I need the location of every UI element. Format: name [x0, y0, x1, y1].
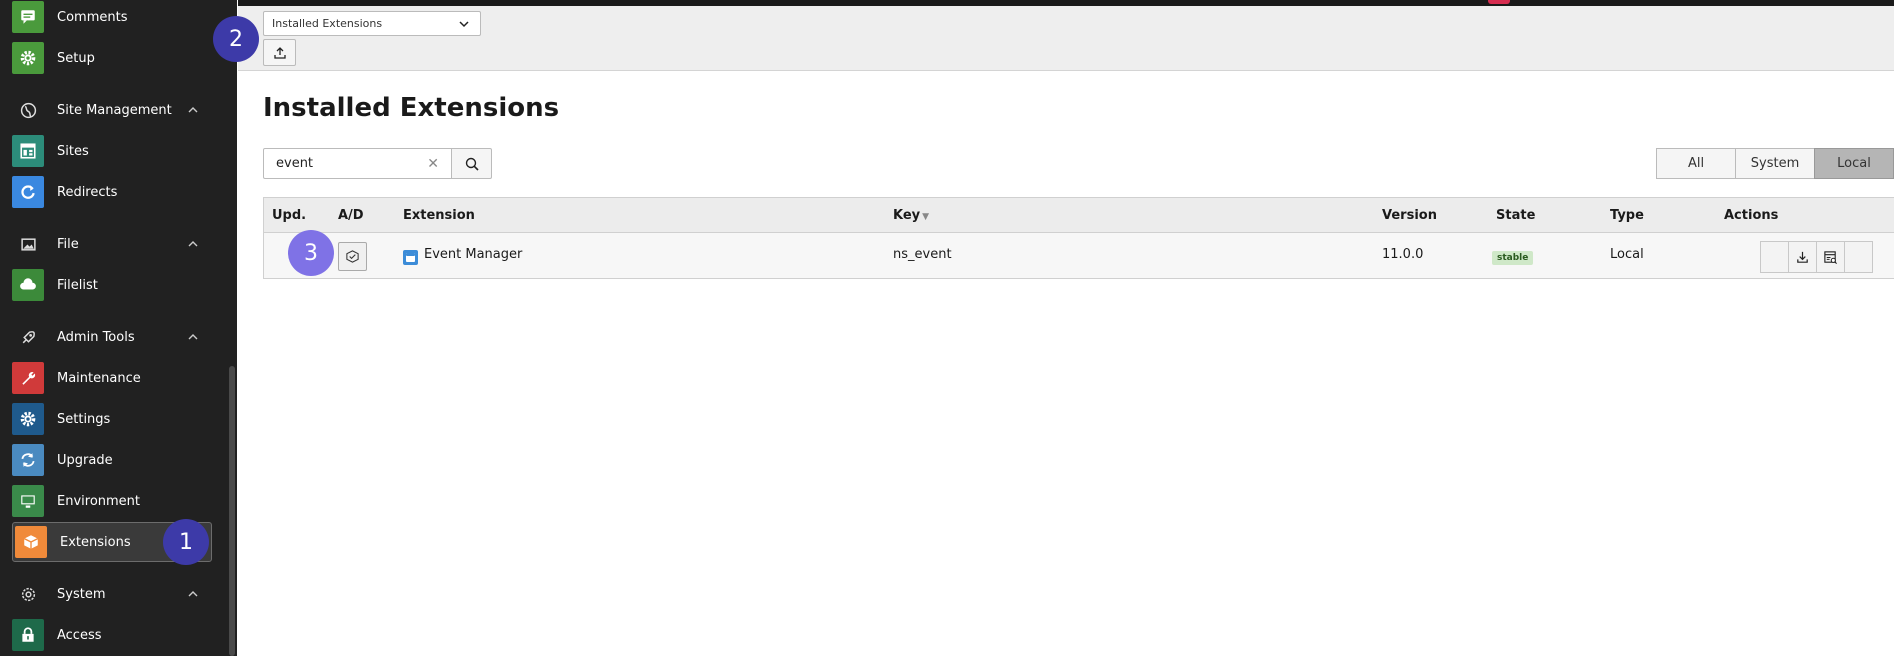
chevron-up-icon: [188, 107, 198, 113]
sidebar-scrollbar[interactable]: [226, 0, 237, 656]
sidebar-item-label: Settings: [57, 411, 111, 427]
lock-icon: [12, 619, 44, 651]
gear-icon: [12, 403, 44, 435]
sidebar-item-label: Access: [57, 627, 102, 643]
image-icon: [12, 228, 44, 260]
extensions-table: Upd. A/D Extension Key ▼ Version State Ty…: [263, 197, 1894, 279]
doc-header: Installed Extensions: [238, 6, 1894, 71]
sidebar-group-label: Admin Tools: [57, 329, 135, 345]
sidebar-item-redirects[interactable]: Redirects: [12, 173, 212, 211]
select-value: Installed Extensions: [272, 17, 383, 30]
sort-icon: ▼: [922, 212, 930, 222]
view-details-button[interactable]: [1816, 241, 1845, 273]
filter-button-group: All System Local: [1656, 148, 1894, 179]
rocket-icon: [12, 321, 44, 353]
wrench-icon: [12, 362, 44, 394]
step-marker-3: 3: [288, 230, 334, 276]
sidebar-item-label: Setup: [57, 50, 95, 66]
column-header-extension[interactable]: Extension: [403, 208, 475, 223]
sidebar-item-label: Filelist: [57, 277, 98, 293]
sidebar-item-sites[interactable]: Sites: [12, 132, 212, 170]
filter-system-button[interactable]: System: [1735, 148, 1815, 179]
upload-extension-button[interactable]: [263, 39, 296, 66]
column-header-state[interactable]: State: [1496, 208, 1535, 223]
table-header: Upd. A/D Extension Key ▼ Version State Ty…: [264, 198, 1894, 233]
upload-icon: [273, 46, 286, 59]
sidebar-item-filelist[interactable]: Filelist: [12, 266, 212, 304]
download-icon: [1797, 251, 1808, 263]
column-header-type[interactable]: Type: [1610, 208, 1644, 223]
search-button[interactable]: [451, 148, 492, 179]
sidebar-item-maintenance[interactable]: Maintenance: [12, 359, 212, 397]
action-empty-button: [1844, 241, 1873, 273]
page-title: Installed Extensions: [263, 93, 560, 123]
row-actions: [1760, 241, 1873, 273]
cloud-icon: [12, 269, 44, 301]
search-input[interactable]: event ✕: [263, 148, 452, 179]
sidebar-item-upgrade[interactable]: Upgrade: [12, 441, 212, 479]
sidebar-item-label: Upgrade: [57, 452, 113, 468]
step-marker-1: 1: [163, 519, 209, 565]
column-header-key-label: Key: [893, 208, 921, 223]
sites-icon: [12, 135, 44, 167]
sidebar-group-admin-tools[interactable]: Admin Tools: [12, 318, 212, 356]
sidebar-group-label: System: [57, 586, 106, 602]
column-header-version[interactable]: Version: [1382, 208, 1437, 223]
chevron-down-icon: [459, 21, 469, 28]
clear-icon[interactable]: ✕: [427, 156, 439, 172]
search-icon: [465, 157, 479, 171]
activate-icon: [346, 250, 359, 263]
extension-version: 11.0.0: [1382, 247, 1424, 262]
sidebar-item-environment[interactable]: Environment: [12, 482, 212, 520]
sidebar-group-system[interactable]: System: [12, 575, 212, 613]
search-input-value: event: [276, 156, 314, 171]
main-content: Installed Extensions Installed Extension…: [238, 0, 1894, 656]
sidebar-item-access[interactable]: Access: [12, 616, 212, 654]
chevron-up-icon: [188, 334, 198, 340]
column-header-ad[interactable]: A/D: [338, 208, 364, 223]
gear-outline-icon: [12, 578, 44, 610]
extension-type: Local: [1610, 247, 1644, 262]
extension-name[interactable]: Event Manager: [424, 247, 522, 262]
sidebar-group-site-management[interactable]: Site Management: [12, 91, 212, 129]
sidebar-item-comments[interactable]: Comments: [12, 0, 212, 36]
refresh-icon: [12, 444, 44, 476]
module-menu-select[interactable]: Installed Extensions: [263, 11, 481, 36]
sidebar-group-label: File: [57, 236, 79, 252]
extension-key: ns_event: [893, 247, 952, 262]
download-button[interactable]: [1788, 241, 1817, 273]
step-marker-2: 2: [213, 16, 259, 62]
sidebar-item-label: Sites: [57, 143, 89, 159]
sidebar-group-label: Site Management: [57, 102, 172, 118]
sidebar-item-label: Maintenance: [57, 370, 141, 386]
action-empty-button: [1760, 241, 1789, 273]
notification-indicator: [1488, 0, 1510, 4]
sidebar-item-label: Extensions: [60, 534, 131, 550]
sidebar-item-settings[interactable]: Settings: [12, 400, 212, 438]
sidebar-item-label: Environment: [57, 493, 141, 509]
globe-icon: [12, 94, 44, 126]
column-header-actions: Actions: [1724, 208, 1779, 223]
sidebar-item-label: Redirects: [57, 184, 118, 200]
box-icon: [15, 526, 47, 558]
column-header-key[interactable]: Key ▼: [893, 208, 929, 223]
gear-icon: [12, 42, 44, 74]
details-icon: [1824, 250, 1837, 264]
activate-deactivate-button[interactable]: [338, 242, 367, 271]
sidebar-item-setup[interactable]: Setup: [12, 39, 212, 77]
chevron-up-icon: [188, 241, 198, 247]
comment-icon: [12, 1, 44, 33]
extension-icon: [403, 250, 418, 265]
table-row: Event Manager ns_event 11.0.0 stable Loc…: [264, 233, 1894, 278]
monitor-icon: [12, 485, 44, 517]
state-badge: stable: [1492, 251, 1534, 265]
scrollbar-thumb[interactable]: [229, 366, 235, 656]
sidebar-item-label: Comments: [57, 9, 128, 25]
filter-all-button[interactable]: All: [1656, 148, 1736, 179]
redirect-icon: [12, 176, 44, 208]
column-header-update[interactable]: Upd.: [272, 208, 306, 223]
chevron-up-icon: [188, 591, 198, 597]
filter-local-button[interactable]: Local: [1814, 148, 1894, 179]
sidebar-group-file[interactable]: File: [12, 225, 212, 263]
